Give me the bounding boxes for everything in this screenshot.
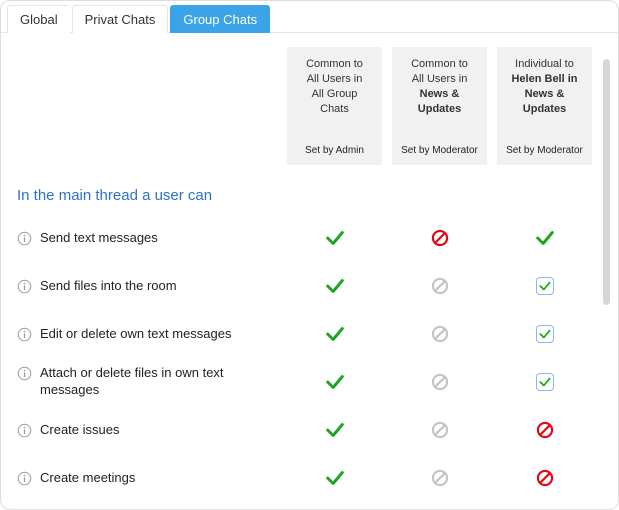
- permission-cell: [392, 420, 487, 440]
- permission-label-text: Send files into the room: [40, 278, 277, 295]
- column-header-3: Individual toHelen Bell inNews &Updates …: [497, 47, 592, 165]
- permission-cell: [392, 228, 487, 248]
- permission-cell: [392, 372, 487, 392]
- permission-cell: [497, 227, 592, 249]
- permission-cell: [287, 275, 382, 297]
- permission-cell: [287, 467, 382, 489]
- ban-icon: [430, 468, 450, 488]
- permissions-rows: Send text messages Send files into the ro…: [17, 218, 603, 506]
- permission-label: Send text messages: [17, 230, 277, 247]
- column-header-2-setby: Set by Moderator: [398, 144, 481, 158]
- permission-label-text: Create meetings: [40, 470, 277, 487]
- scroll-thumb[interactable]: [603, 59, 610, 305]
- permission-cell[interactable]: [497, 373, 592, 391]
- check-icon: [324, 419, 346, 441]
- column-header-1-title: Common toAll Users inAll GroupChats: [293, 57, 376, 116]
- permission-label: Send files into the room: [17, 278, 277, 295]
- ban-icon: [430, 372, 450, 392]
- info-icon[interactable]: [17, 327, 32, 342]
- vertical-scrollbar[interactable]: [603, 59, 610, 499]
- column-header-1-setby: Set by Admin: [293, 144, 376, 158]
- check-icon: [324, 371, 346, 393]
- permission-label: Edit or delete own text messages: [17, 326, 277, 343]
- tabs-bar: Global Privat Chats Group Chats: [1, 1, 618, 33]
- permission-cell: [287, 227, 382, 249]
- info-icon[interactable]: [17, 231, 32, 246]
- permission-cell: [392, 468, 487, 488]
- info-icon[interactable]: [17, 423, 32, 438]
- permission-label-text: Attach or delete files in own text messa…: [40, 365, 277, 399]
- panel-body: Common toAll Users inAll GroupChats Set …: [1, 33, 618, 509]
- ban-icon: [430, 324, 450, 344]
- column-header-1: Common toAll Users inAll GroupChats Set …: [287, 47, 382, 165]
- permission-row: Send text messages: [17, 218, 603, 258]
- permission-label-text: Edit or delete own text messages: [40, 326, 277, 343]
- info-icon[interactable]: [17, 471, 32, 486]
- column-headers: Common toAll Users inAll GroupChats Set …: [17, 47, 603, 165]
- check-icon: [324, 275, 346, 297]
- section-title: In the main thread a user can: [17, 187, 603, 204]
- permission-label: Create issues: [17, 422, 277, 439]
- ban-icon: [430, 228, 450, 248]
- permission-row: Edit or delete own text messages: [17, 314, 603, 354]
- ban-icon: [535, 420, 555, 440]
- column-header-2: Common toAll Users inNews &Updates Set b…: [392, 47, 487, 165]
- column-header-2-title: Common toAll Users inNews &Updates: [398, 57, 481, 116]
- permission-cell: [392, 324, 487, 344]
- permission-cell: [287, 371, 382, 393]
- permission-row: Send files into the room: [17, 266, 603, 306]
- tab-group-chats[interactable]: Group Chats: [170, 5, 270, 33]
- check-icon: [534, 227, 556, 249]
- permission-row: Attach or delete files in own text messa…: [17, 362, 603, 402]
- ban-icon: [430, 420, 450, 440]
- permission-label: Create meetings: [17, 470, 277, 487]
- permission-label-text: Send text messages: [40, 230, 277, 247]
- check-icon: [324, 227, 346, 249]
- content-area: Common toAll Users inAll GroupChats Set …: [17, 47, 603, 509]
- permission-label-text: Create issues: [40, 422, 277, 439]
- tab-global[interactable]: Global: [7, 5, 70, 33]
- permission-row: Create issues: [17, 410, 603, 450]
- header-spacer: [17, 47, 277, 165]
- ban-icon: [535, 468, 555, 488]
- permissions-panel: Global Privat Chats Group Chats Common t…: [0, 0, 619, 510]
- permission-checkbox[interactable]: [536, 325, 554, 343]
- permission-cell: [497, 468, 592, 488]
- permission-checkbox[interactable]: [536, 373, 554, 391]
- permission-cell: [392, 276, 487, 296]
- info-icon[interactable]: [17, 366, 32, 381]
- permission-row: Create meetings: [17, 458, 603, 498]
- permission-cell: [497, 420, 592, 440]
- tab-private-chats[interactable]: Privat Chats: [72, 5, 169, 33]
- permission-cell[interactable]: [497, 325, 592, 343]
- permission-cell[interactable]: [497, 277, 592, 295]
- check-icon: [324, 323, 346, 345]
- column-header-3-title: Individual toHelen Bell inNews &Updates: [503, 57, 586, 116]
- info-icon[interactable]: [17, 279, 32, 294]
- permission-cell: [287, 323, 382, 345]
- permission-checkbox[interactable]: [536, 277, 554, 295]
- permission-cell: [287, 419, 382, 441]
- permission-label: Attach or delete files in own text messa…: [17, 365, 277, 399]
- ban-icon: [430, 276, 450, 296]
- check-icon: [324, 467, 346, 489]
- column-header-3-setby: Set by Moderator: [503, 144, 586, 158]
